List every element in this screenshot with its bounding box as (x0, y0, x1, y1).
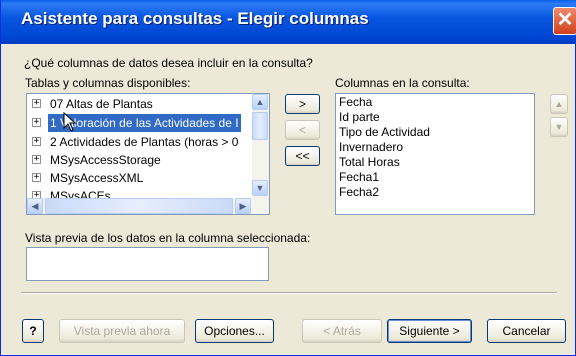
expand-icon[interactable]: + (32, 155, 41, 164)
move-down-button[interactable]: ▼ (550, 117, 568, 137)
back-button[interactable]: < Atrás (302, 319, 382, 343)
list-item[interactable]: Invernadero (339, 140, 403, 155)
tree-item-label: MSysAccessXML (50, 171, 144, 185)
scroll-thumb[interactable] (252, 112, 268, 140)
next-button[interactable]: Siguiente > (387, 319, 472, 343)
columns-prompt: ¿Qué columnas de datos desea incluir en … (24, 56, 313, 70)
expand-icon[interactable]: + (32, 173, 41, 182)
separator (21, 292, 557, 294)
preview-now-button[interactable]: Vista previa ahora (59, 319, 185, 343)
list-item[interactable]: Fecha (339, 95, 372, 110)
tree-item-label: 2 Actividades de Plantas (horas > 0 (50, 135, 239, 149)
close-button[interactable]: ✕ (553, 7, 576, 35)
list-item[interactable]: Total Horas (339, 155, 400, 170)
mouse-pointer-icon (63, 112, 77, 132)
list-item[interactable]: Fecha1 (339, 170, 379, 185)
add-column-button[interactable]: > (285, 94, 320, 114)
tree-item-label: 07 Altas de Plantas (50, 97, 153, 111)
scroll-right-button[interactable]: ▶ (235, 198, 251, 214)
list-item[interactable]: Fecha2 (339, 185, 379, 200)
arrow-up-icon: ▲ (554, 99, 564, 109)
close-icon: ✕ (556, 9, 574, 31)
remove-all-columns-button[interactable]: << (285, 146, 320, 166)
query-columns-label: Columnas en la consulta: (335, 76, 470, 90)
options-button[interactable]: Opciones... (195, 319, 274, 343)
scroll-left-button[interactable]: ◀ (27, 198, 43, 214)
expand-icon[interactable]: + (32, 99, 41, 108)
expand-icon[interactable]: + (32, 137, 41, 146)
list-item[interactable]: Id parte (339, 110, 380, 125)
move-up-button[interactable]: ▲ (550, 94, 568, 114)
horizontal-scrollbar[interactable]: ◀ ▶ (27, 198, 269, 214)
vertical-scrollbar[interactable]: ▲ ▼ (252, 94, 269, 198)
window-title: Asistente para consultas - Elegir column… (21, 9, 369, 28)
scroll-thumb-horizontal[interactable] (45, 198, 233, 214)
query-columns-list[interactable]: Fecha Id parte Tipo de Actividad Inverna… (335, 93, 535, 215)
scroll-down-button[interactable]: ▼ (252, 180, 268, 196)
expand-icon[interactable]: + (32, 118, 41, 127)
help-button[interactable]: ? (22, 319, 44, 343)
available-tables-label: Tablas y columnas disponibles: (25, 76, 191, 90)
preview-label: Vista previa de los datos en la columna … (25, 231, 311, 245)
title-bar[interactable]: Asistente para consultas - Elegir column… (1, 0, 576, 44)
preview-data-box (26, 247, 269, 281)
remove-column-button[interactable]: < (285, 120, 320, 140)
cancel-button[interactable]: Cancelar (487, 319, 566, 343)
help-icon: ? (29, 324, 37, 338)
arrow-down-icon: ▼ (554, 122, 564, 132)
query-wizard-dialog: Asistente para consultas - Elegir column… (0, 0, 576, 356)
list-item[interactable]: Tipo de Actividad (339, 125, 430, 140)
tree-item-label: MSysAccessStorage (50, 153, 161, 167)
scroll-up-button[interactable]: ▲ (252, 94, 268, 110)
